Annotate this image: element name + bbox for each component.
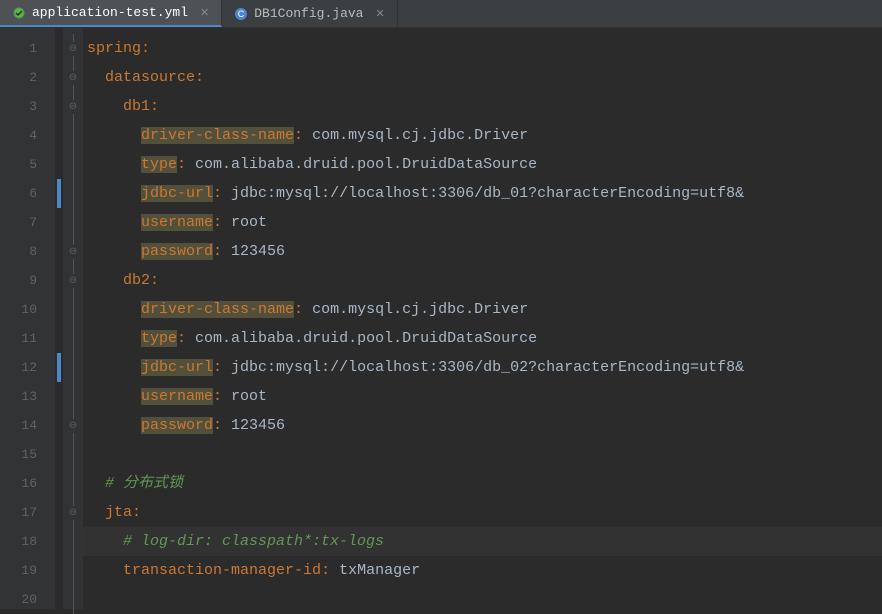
code-line[interactable] (83, 440, 882, 469)
code-line[interactable]: username: root (83, 208, 882, 237)
line-number: 14 (0, 411, 55, 440)
line-number-gutter: 1234567891011121314151617181920 (0, 28, 55, 609)
code-line[interactable]: # log-dir: classpath*:tx-logs (83, 527, 882, 556)
change-marker (55, 585, 63, 614)
code-line[interactable]: password: 123456 (83, 411, 882, 440)
line-number: 19 (0, 556, 55, 585)
code-line[interactable]: transaction-manager-id: txManager (83, 556, 882, 585)
fold-marker[interactable] (63, 324, 83, 353)
code-content[interactable]: spring: datasource: db1: driver-class-na… (83, 28, 882, 609)
line-number: 5 (0, 150, 55, 179)
fold-marker[interactable] (63, 121, 83, 150)
fold-marker[interactable]: ⊖ (63, 63, 83, 92)
marker-column (55, 28, 63, 609)
code-line[interactable]: type: com.alibaba.druid.pool.DruidDataSo… (83, 150, 882, 179)
fold-marker[interactable] (63, 527, 83, 556)
change-marker (55, 556, 63, 585)
change-marker (55, 63, 63, 92)
line-number: 1 (0, 34, 55, 63)
fold-marker[interactable]: ⊖ (63, 237, 83, 266)
line-number: 10 (0, 295, 55, 324)
line-number: 11 (0, 324, 55, 353)
change-marker (57, 179, 61, 208)
code-line[interactable]: jdbc-url: jdbc:mysql://localhost:3306/db… (83, 353, 882, 382)
code-line[interactable]: # 分布式锁 (83, 469, 882, 498)
tab-application-test[interactable]: application-test.yml ✕ (0, 0, 222, 27)
code-line[interactable]: password: 123456 (83, 237, 882, 266)
code-line[interactable]: driver-class-name: com.mysql.cj.jdbc.Dri… (83, 121, 882, 150)
code-line[interactable]: driver-class-name: com.mysql.cj.jdbc.Dri… (83, 295, 882, 324)
yaml-file-icon (12, 6, 26, 20)
tab-label: application-test.yml (32, 5, 188, 20)
code-line[interactable]: db1: (83, 92, 882, 121)
code-line[interactable]: db2: (83, 266, 882, 295)
change-marker (55, 324, 63, 353)
line-number: 7 (0, 208, 55, 237)
line-number: 3 (0, 92, 55, 121)
code-line[interactable]: username: root (83, 382, 882, 411)
change-marker (55, 527, 63, 556)
change-marker (55, 34, 63, 63)
fold-marker[interactable] (63, 440, 83, 469)
code-editor[interactable]: 1234567891011121314151617181920 ⊖⊖⊖⊖⊖⊖⊖ … (0, 28, 882, 609)
change-marker (55, 121, 63, 150)
code-line[interactable] (83, 585, 882, 609)
line-number: 20 (0, 585, 55, 614)
fold-column: ⊖⊖⊖⊖⊖⊖⊖ (63, 28, 83, 609)
change-marker (55, 469, 63, 498)
line-number: 12 (0, 353, 55, 382)
fold-marker[interactable] (63, 179, 83, 208)
line-number: 18 (0, 527, 55, 556)
code-line[interactable]: spring: (83, 34, 882, 63)
svg-text:C: C (238, 9, 245, 19)
fold-marker[interactable]: ⊖ (63, 498, 83, 527)
change-marker (55, 92, 63, 121)
change-marker (55, 295, 63, 324)
line-number: 15 (0, 440, 55, 469)
change-marker (55, 237, 63, 266)
line-number: 17 (0, 498, 55, 527)
code-line[interactable]: type: com.alibaba.druid.pool.DruidDataSo… (83, 324, 882, 353)
line-number: 2 (0, 63, 55, 92)
fold-marker[interactable] (63, 382, 83, 411)
change-marker (55, 208, 63, 237)
change-marker (55, 411, 63, 440)
code-line[interactable]: jta: (83, 498, 882, 527)
fold-marker[interactable] (63, 556, 83, 585)
fold-marker[interactable] (63, 208, 83, 237)
fold-marker[interactable] (63, 353, 83, 382)
line-number: 13 (0, 382, 55, 411)
line-number: 6 (0, 179, 55, 208)
fold-marker[interactable] (63, 469, 83, 498)
close-icon[interactable]: ✕ (200, 6, 209, 20)
line-number: 8 (0, 237, 55, 266)
change-marker (55, 382, 63, 411)
line-number: 4 (0, 121, 55, 150)
fold-marker[interactable] (63, 150, 83, 179)
fold-marker[interactable]: ⊖ (63, 34, 83, 63)
change-marker (57, 353, 61, 382)
code-line[interactable]: datasource: (83, 63, 882, 92)
tab-label: DB1Config.java (254, 6, 363, 21)
change-marker (55, 266, 63, 295)
fold-marker[interactable] (63, 585, 83, 614)
line-number: 9 (0, 266, 55, 295)
change-marker (55, 498, 63, 527)
fold-marker[interactable]: ⊖ (63, 92, 83, 121)
change-marker (55, 440, 63, 469)
change-marker (55, 150, 63, 179)
line-number: 16 (0, 469, 55, 498)
close-icon[interactable]: ✕ (375, 7, 384, 21)
editor-tabs: application-test.yml ✕ C DB1Config.java … (0, 0, 882, 28)
java-class-icon: C (234, 7, 248, 21)
fold-marker[interactable]: ⊖ (63, 411, 83, 440)
code-line[interactable]: jdbc-url: jdbc:mysql://localhost:3306/db… (83, 179, 882, 208)
fold-marker[interactable]: ⊖ (63, 266, 83, 295)
tab-db1config[interactable]: C DB1Config.java ✕ (222, 0, 397, 27)
fold-marker[interactable] (63, 295, 83, 324)
